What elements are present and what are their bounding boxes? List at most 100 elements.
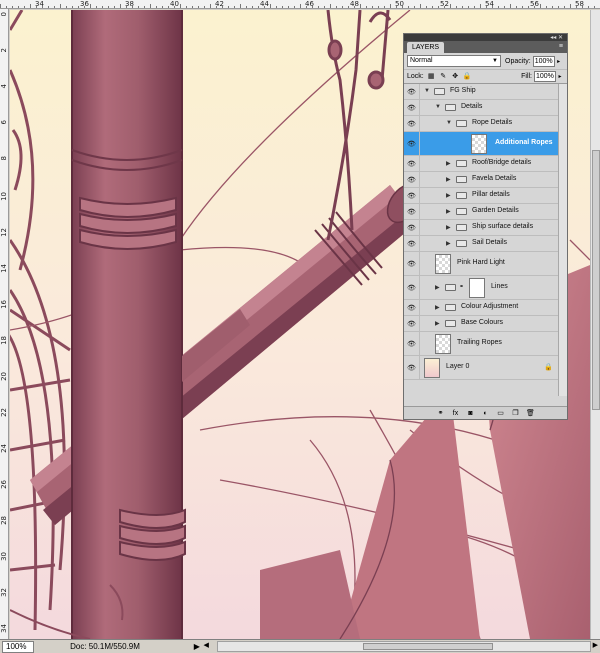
trash-icon[interactable]: 🗑 (526, 409, 535, 418)
layer-name[interactable]: Garden Details (472, 207, 519, 214)
layer-name[interactable]: FG Ship (450, 87, 476, 94)
layer-thumbnail[interactable] (435, 254, 451, 274)
layer-row[interactable]: 👁 ▶ Pillar details (404, 188, 559, 204)
layer-name[interactable]: Roof/Bridge details (472, 159, 531, 166)
layer-name[interactable]: Trailing Ropes (457, 339, 502, 346)
vertical-scrollbar[interactable] (590, 10, 600, 639)
eye-icon[interactable]: 👁 (404, 236, 420, 251)
fill-field[interactable]: 100% (534, 71, 556, 82)
layer-mask-thumbnail[interactable] (469, 278, 485, 298)
mask-icon[interactable]: ◙ (466, 409, 475, 418)
layer-name[interactable]: Lines (491, 283, 508, 290)
lock-all-icon[interactable]: 🔒 (463, 72, 472, 81)
eye-icon[interactable]: 👁 (404, 356, 420, 379)
layer-row[interactable]: 👁 Pink Hard Light (404, 252, 559, 276)
opacity-slider-arrow-icon[interactable]: ▸ (555, 58, 563, 65)
layer-row[interactable]: 👁 ▶ Colour Adjustment (404, 300, 559, 316)
layer-row[interactable]: 👁 ▶ Favela Details (404, 172, 559, 188)
layer-name[interactable]: Rope Details (472, 119, 512, 126)
status-menu-arrow-icon[interactable]: ▶ (192, 642, 201, 651)
eye-icon[interactable]: 👁 (404, 172, 420, 187)
layer-name[interactable]: Layer 0 (446, 363, 469, 370)
horizontal-scrollbar[interactable] (216, 641, 591, 652)
eye-icon[interactable]: 👁 (404, 276, 420, 299)
layer-name[interactable]: Details (461, 103, 482, 110)
vertical-ruler[interactable]: 0 2 4 6 8 10 12 14 16 18 20 22 24 26 28 30 32 34 (0, 9, 9, 639)
layer-name[interactable]: Colour Adjustment (461, 303, 518, 310)
expand-triangle-closed-icon[interactable]: ▶ (446, 208, 451, 215)
expand-triangle-closed-icon[interactable]: ▶ (435, 304, 440, 311)
expand-triangle-open-icon[interactable]: ▼ (424, 88, 430, 94)
layer-row[interactable]: 👁 ▶ Sail Details (404, 236, 559, 252)
layer-row[interactable]: 👁 Layer 0 🔒 (404, 356, 559, 380)
layer-list-scrollbar[interactable] (558, 84, 567, 396)
expand-triangle-closed-icon[interactable]: ▶ (446, 176, 451, 183)
expand-triangle-open-icon[interactable]: ▼ (435, 104, 441, 110)
eye-icon[interactable]: 👁 (404, 188, 420, 203)
horizontal-scroll-thumb[interactable] (362, 643, 493, 650)
layer-name[interactable]: Favela Details (472, 175, 516, 182)
eye-icon[interactable]: 👁 (404, 316, 420, 331)
ruler-tick (576, 6, 577, 8)
eye-icon[interactable]: 👁 (404, 84, 420, 99)
mask-link-icon[interactable]: ⚭ (459, 283, 464, 290)
layer-row[interactable]: 👁 ▼ Rope Details (404, 116, 559, 132)
layer-name[interactable]: Sail Details (472, 239, 507, 246)
eye-icon[interactable]: 👁 (404, 220, 420, 235)
scroll-right-icon[interactable]: ▶ (591, 641, 600, 652)
adjustment-icon[interactable]: ◐ (481, 409, 490, 418)
panel-menu-icon[interactable]: ≡ (559, 41, 567, 53)
eye-icon[interactable]: 👁 (404, 100, 420, 115)
lock-position-icon[interactable]: ✥ (451, 72, 460, 81)
ruler-tick (108, 6, 109, 8)
layer-row[interactable]: 👁 ▶ Roof/Bridge details (404, 156, 559, 172)
lock-pixels-icon[interactable]: ✎ (439, 72, 448, 81)
layer-thumbnail[interactable] (435, 334, 451, 354)
eye-icon[interactable]: 👁 (404, 332, 420, 355)
horizontal-ruler[interactable]: 34 36 38 40 42 44 46 48 50 52 54 56 58 (0, 0, 600, 9)
layer-row[interactable]: 👁 ▶ Base Colours (404, 316, 559, 332)
layer-name[interactable]: Pink Hard Light (457, 259, 505, 266)
layer-thumbnail[interactable] (471, 134, 487, 154)
opacity-field[interactable]: 100% (532, 55, 555, 67)
layer-row[interactable]: 👁 ▶ Garden Details (404, 204, 559, 220)
panel-footer: ⚭ fx ◙ ◐ ▭ ❐ 🗑 (404, 406, 567, 419)
eye-icon[interactable]: 👁 (404, 204, 420, 219)
expand-triangle-open-icon[interactable]: ▼ (446, 120, 452, 126)
eye-icon[interactable]: 👁 (404, 116, 420, 131)
ruler-tick (498, 6, 499, 8)
layer-row[interactable]: 👁 ▶ ⚭ Lines (404, 276, 559, 300)
zoom-level-field[interactable]: 100% (2, 640, 35, 653)
fx-icon[interactable]: fx (451, 409, 460, 418)
blend-mode-select[interactable]: Normal ▼ (407, 55, 501, 67)
layer-row[interactable]: 👁 Additional Ropes (404, 132, 559, 156)
scroll-left-icon[interactable]: ◀ (202, 641, 211, 652)
layer-row[interactable]: 👁 ▼ Details (404, 100, 559, 116)
tab-layers[interactable]: LAYERS (407, 42, 445, 53)
eye-icon[interactable]: 👁 (404, 156, 420, 171)
eye-icon[interactable]: 👁 (404, 252, 420, 275)
layer-name[interactable]: Additional Ropes (495, 139, 553, 146)
collapse-close-icon[interactable]: ◂◂ ✕ (550, 34, 563, 41)
layer-name[interactable]: Ship surface details (472, 223, 533, 230)
expand-triangle-closed-icon[interactable]: ▶ (446, 224, 451, 231)
eye-icon[interactable]: 👁 (404, 300, 420, 315)
expand-triangle-closed-icon[interactable]: ▶ (435, 320, 440, 327)
fill-slider-arrow-icon[interactable]: ▸ (556, 73, 564, 80)
new-group-icon[interactable]: ▭ (496, 409, 505, 418)
layer-name[interactable]: Base Colours (461, 319, 503, 326)
expand-triangle-closed-icon[interactable]: ▶ (446, 160, 451, 167)
layer-name[interactable]: Pillar details (472, 191, 510, 198)
lock-transparency-icon[interactable]: ▦ (427, 72, 436, 81)
expand-triangle-closed-icon[interactable]: ▶ (446, 192, 451, 199)
layer-row[interactable]: 👁 ▶ Ship surface details (404, 220, 559, 236)
layer-thumbnail[interactable] (424, 358, 440, 378)
layer-row[interactable]: 👁 ▼ FG Ship (404, 84, 559, 100)
vertical-scroll-thumb[interactable] (592, 150, 600, 410)
link-icon[interactable]: ⚭ (436, 409, 445, 418)
new-layer-icon[interactable]: ❐ (511, 409, 520, 418)
expand-triangle-closed-icon[interactable]: ▶ (446, 240, 451, 247)
layer-row[interactable]: 👁 Trailing Ropes (404, 332, 559, 356)
expand-triangle-closed-icon[interactable]: ▶ (435, 284, 440, 291)
eye-icon[interactable]: 👁 (404, 132, 420, 155)
